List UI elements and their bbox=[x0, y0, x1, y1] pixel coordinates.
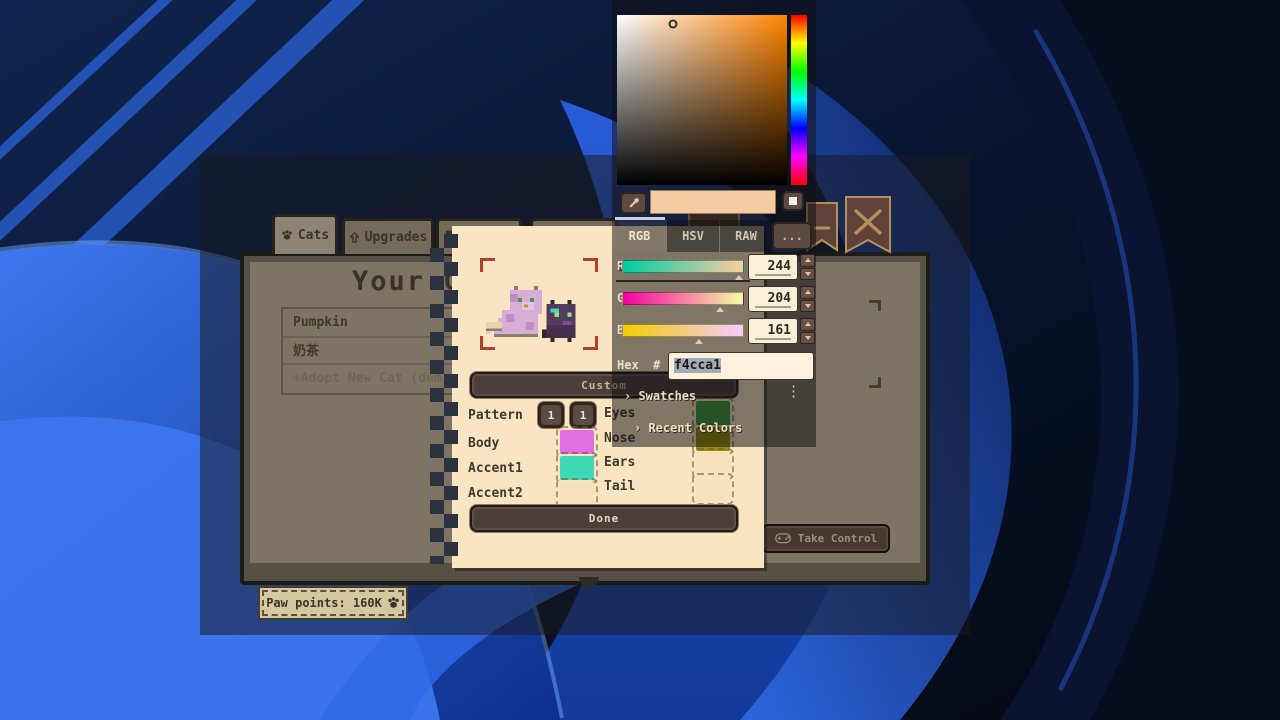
eyedropper-button[interactable] bbox=[620, 192, 647, 214]
upgrade-arrow-icon bbox=[349, 232, 360, 243]
take-control-button[interactable]: Take Control bbox=[762, 524, 890, 553]
preview-bracket bbox=[583, 258, 598, 272]
cat-preview-sprite-small bbox=[542, 300, 580, 342]
sv-cursor[interactable] bbox=[669, 19, 678, 28]
picker-tab-raw[interactable]: RAW bbox=[720, 220, 772, 252]
saturation-value-field[interactable] bbox=[617, 15, 787, 185]
tail-label: Tail bbox=[604, 479, 635, 494]
picker-tab-hsv[interactable]: HSV bbox=[667, 220, 719, 252]
hex-input[interactable]: f4cca1 bbox=[668, 352, 814, 380]
recent-colors-label: Recent Colors bbox=[648, 421, 742, 435]
paw-icon bbox=[387, 597, 400, 609]
g-value-field[interactable]: 204 bbox=[748, 286, 798, 312]
r-slider-handle[interactable] bbox=[735, 275, 743, 280]
channel-row-g: G 204 bbox=[612, 286, 816, 316]
tab-upgrades-label: Upgrades bbox=[365, 230, 428, 245]
hex-value: f4cca1 bbox=[674, 358, 721, 373]
swatch-mode-button[interactable] bbox=[782, 191, 804, 211]
bookmark-lace-icon[interactable] bbox=[845, 196, 891, 254]
preview-bracket bbox=[480, 258, 495, 272]
b-decrement-button[interactable] bbox=[800, 332, 815, 345]
current-color-preview bbox=[650, 190, 776, 214]
r-slider-track[interactable] bbox=[622, 260, 744, 273]
accent2-color-swatch[interactable] bbox=[560, 482, 594, 506]
hue-slider[interactable] bbox=[791, 15, 807, 185]
tab-cats[interactable]: Cats bbox=[272, 214, 338, 254]
pattern-label: Pattern bbox=[468, 408, 523, 423]
recent-colors-section-toggle[interactable]: › Recent Colors bbox=[634, 421, 742, 435]
done-button[interactable]: Done bbox=[470, 505, 738, 532]
body-color-swatch[interactable] bbox=[560, 430, 594, 454]
eyedropper-icon bbox=[628, 197, 640, 209]
b-slider-handle[interactable] bbox=[695, 339, 703, 344]
paw-icon bbox=[281, 230, 293, 241]
picker-tab-rgb[interactable]: RGB bbox=[612, 220, 667, 252]
r-slider[interactable] bbox=[622, 260, 744, 280]
color-picker-panel: RGB HSV RAW ... R 244 G 204 bbox=[612, 0, 816, 447]
tab-cats-label: Cats bbox=[298, 228, 329, 243]
gamepad-icon bbox=[775, 533, 791, 544]
pattern-stepper-1[interactable]: 1 bbox=[538, 402, 564, 428]
hex-label: Hex bbox=[617, 358, 639, 372]
b-slider[interactable] bbox=[622, 324, 744, 344]
g-decrement-button[interactable] bbox=[800, 300, 815, 313]
b-value-field[interactable]: 161 bbox=[748, 318, 798, 344]
picker-more-button[interactable]: ... bbox=[772, 222, 812, 250]
preview-bracket bbox=[480, 336, 495, 350]
b-increment-button[interactable] bbox=[800, 318, 815, 331]
paw-points-badge: Paw points: 160K bbox=[258, 586, 408, 620]
r-value-field[interactable]: 244 bbox=[748, 254, 798, 280]
channel-row-b: B 161 bbox=[612, 318, 816, 348]
screen: Cats Upgrades Your C Pumpkin 奶茶 +Adopt N… bbox=[0, 0, 1280, 720]
torn-edge-decoration bbox=[430, 234, 458, 564]
preview-bracket bbox=[583, 336, 598, 350]
swatches-label: Swatches bbox=[638, 389, 696, 403]
g-slider-handle[interactable] bbox=[716, 307, 724, 312]
accent1-color-swatch[interactable] bbox=[560, 456, 594, 480]
g-increment-button[interactable] bbox=[800, 286, 815, 299]
accent2-label: Accent2 bbox=[468, 486, 523, 501]
ears-label: Ears bbox=[604, 455, 635, 470]
cat-preview-sprite-large bbox=[486, 286, 550, 338]
right-page-bracket-top bbox=[869, 300, 881, 311]
g-slider[interactable] bbox=[622, 292, 744, 312]
r-decrement-button[interactable] bbox=[800, 268, 815, 281]
kebab-menu-icon[interactable]: ⋮ bbox=[786, 384, 801, 399]
g-slider-track[interactable] bbox=[622, 292, 744, 305]
right-page-bracket-bottom bbox=[869, 377, 881, 388]
hash-symbol: # bbox=[653, 358, 660, 372]
take-control-label: Take Control bbox=[798, 532, 877, 545]
tail-color-swatch[interactable] bbox=[696, 477, 730, 501]
channel-row-r: R 244 bbox=[612, 254, 816, 284]
pattern-stepper-2[interactable]: 1 bbox=[570, 402, 596, 428]
paw-points-label: Paw points: 160K bbox=[266, 596, 382, 610]
b-slider-track[interactable] bbox=[622, 324, 744, 337]
ears-color-swatch[interactable] bbox=[696, 452, 730, 476]
square-icon bbox=[789, 197, 797, 205]
accent1-label: Accent1 bbox=[468, 461, 523, 476]
swatches-section-toggle[interactable]: › Swatches bbox=[624, 389, 696, 403]
r-increment-button[interactable] bbox=[800, 254, 815, 267]
tab-upgrades[interactable]: Upgrades bbox=[342, 218, 434, 254]
body-label: Body bbox=[468, 436, 499, 451]
